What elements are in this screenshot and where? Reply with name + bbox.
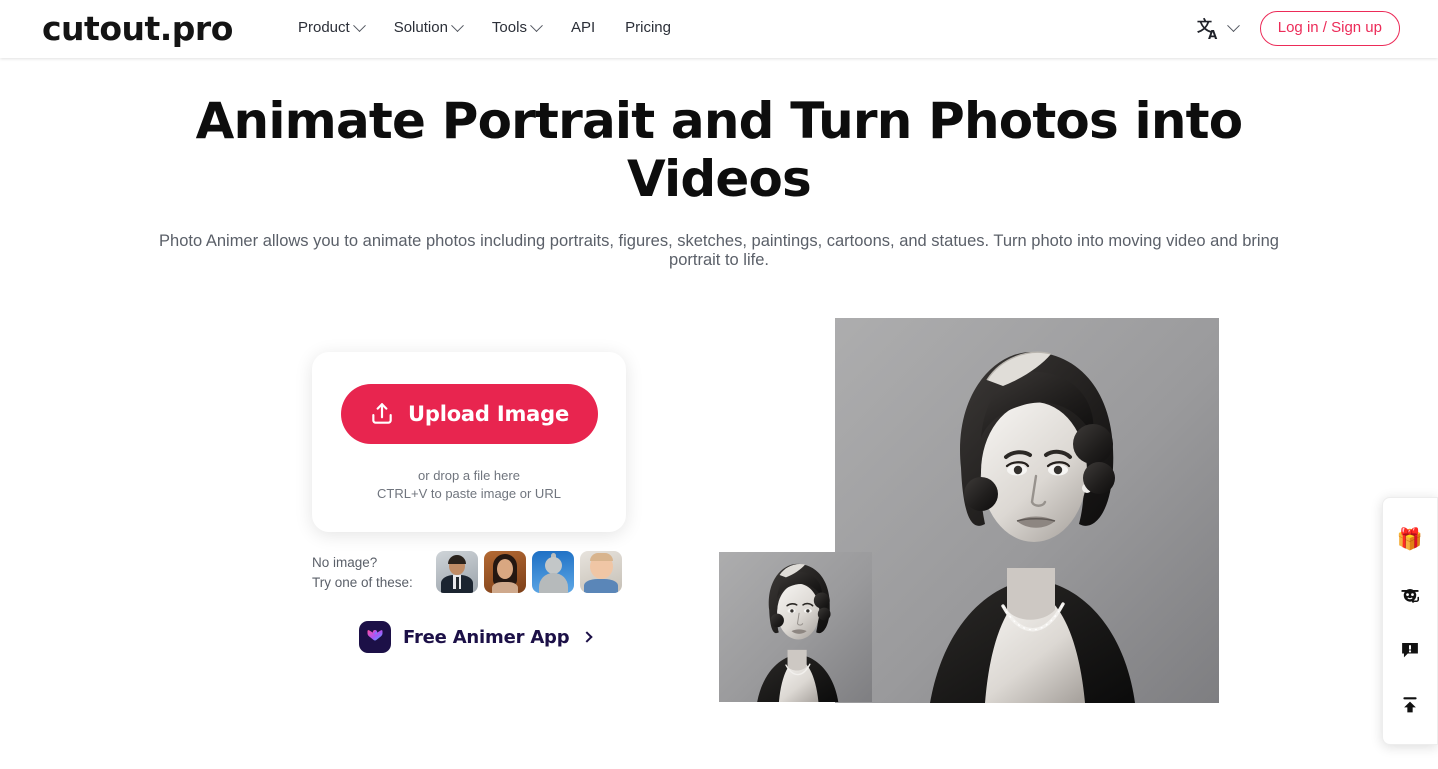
site-header: cutout.pro Product Solution Tools API Pr… (0, 0, 1438, 58)
nav-item-label: Pricing (625, 19, 671, 36)
feedback-icon (1399, 639, 1421, 661)
sample-thumbnail-buddha-statue[interactable] (532, 551, 574, 593)
chevron-down-icon (530, 18, 543, 32)
gift-icon: 🎁 (1396, 528, 1424, 551)
sample-thumbnail-baby[interactable] (580, 551, 622, 593)
chevron-down-icon (451, 18, 464, 32)
drop-hint-line2: CTRL+V to paste image or URL (377, 486, 561, 501)
page-subtitle: Photo Animer allows you to animate photo… (159, 232, 1279, 269)
preview-image-small (719, 552, 872, 702)
sample-thumbnail-woman-portrait[interactable] (484, 551, 526, 593)
animer-app-icon (359, 621, 391, 653)
drop-hint: or drop a file here CTRL+V to paste imag… (377, 467, 561, 503)
thumb-face (497, 559, 513, 579)
chevron-right-icon (581, 631, 594, 643)
sample-thumbnail-list (436, 551, 622, 593)
main-nav: Product Solution Tools API Pricing (298, 17, 671, 39)
upload-icon (369, 401, 395, 427)
language-switcher[interactable]: 文 A (1197, 17, 1240, 41)
upload-dropzone-card[interactable]: Upload Image or drop a file here CTRL+V … (312, 352, 626, 532)
thumb-shirt (584, 579, 618, 593)
sample-images-section: No image? Try one of these: (312, 551, 622, 593)
login-signup-button[interactable]: Log in / Sign up (1259, 11, 1400, 46)
thumb-tie (455, 577, 459, 590)
nav-item-tools[interactable]: Tools (491, 17, 543, 39)
preview-image-large (835, 318, 1219, 703)
back-to-top-button[interactable] (1382, 677, 1438, 732)
gift-button[interactable]: 🎁 (1382, 512, 1438, 567)
nav-item-label: Tools (491, 19, 527, 36)
free-animer-app-label: Free Animer App (403, 626, 570, 648)
svg-text:A: A (1208, 28, 1218, 41)
translate-icon: 文 A (1197, 17, 1223, 41)
nav-item-api[interactable]: API (571, 17, 595, 39)
nav-item-solution[interactable]: Solution (393, 17, 464, 39)
nav-item-product[interactable]: Product (298, 17, 366, 39)
customer-service-icon (1399, 584, 1421, 606)
sample-label-line2: Try one of these: (312, 575, 413, 590)
upload-image-button[interactable]: Upload Image (340, 384, 598, 444)
free-animer-app-link[interactable]: Free Animer App (359, 621, 594, 653)
thumb-statue-body (539, 573, 568, 593)
sample-label-line1: No image? (312, 555, 378, 570)
sample-thumbnail-man-in-suit[interactable] (436, 551, 478, 593)
nav-item-label: Solution (393, 19, 448, 36)
nav-item-label: Product (298, 19, 350, 36)
logo[interactable]: cutout.pro (42, 10, 233, 48)
page-title: Animate Portrait and Turn Photos into Vi… (195, 92, 1244, 208)
upload-image-button-label: Upload Image (408, 402, 569, 426)
floating-action-sidebar: 🎁 (1382, 497, 1438, 745)
nav-item-pricing[interactable]: Pricing (625, 17, 671, 39)
sample-images-label: No image? Try one of these: (312, 551, 436, 593)
drop-hint-line1: or drop a file here (418, 468, 520, 483)
back-to-top-icon (1399, 694, 1421, 716)
thumb-statue-head (545, 557, 562, 574)
chevron-down-icon (352, 18, 366, 32)
thumb-shoulders (492, 582, 518, 593)
thumb-hair (590, 553, 613, 561)
feedback-button[interactable] (1382, 622, 1438, 677)
customer-service-button[interactable] (1382, 567, 1438, 622)
header-actions: 文 A Log in / Sign up (1197, 11, 1400, 46)
nav-item-label: API (570, 19, 596, 36)
chevron-down-icon (1226, 19, 1240, 33)
